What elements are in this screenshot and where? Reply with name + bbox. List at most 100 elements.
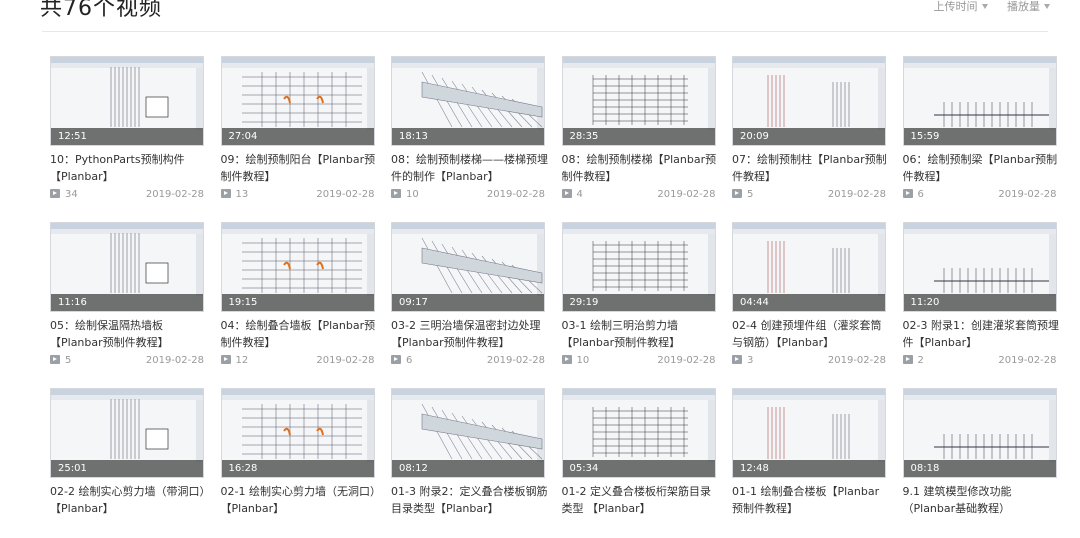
video-thumbnail[interactable]: 18:13 [391,56,545,146]
video-title[interactable]: 02-1 绘制实心剪力墙（无洞口）【Planbar】 [221,483,379,515]
video-thumbnail[interactable]: 12:51 [50,56,204,146]
video-thumbnail[interactable]: 28:35 [561,56,716,146]
sort-upload-label: 上传时间 [933,0,978,13]
page-title: 共76个视频 [40,0,162,21]
video-thumbnail[interactable]: 05:34 [561,388,716,478]
video-thumbnail[interactable]: 25:01 [50,388,204,478]
play-count: 2 [917,355,924,366]
video-card[interactable]: 15:59 06：绘制预制梁【Planbar预制件教程】 6 2019-02-28 [902,56,1057,206]
video-card[interactable]: 05:34 01-2 定义叠合楼板桁架筋目录类型 【Planbar】 [561,388,716,538]
video-duration: 11:16 [58,297,87,308]
play-count-icon [220,189,231,198]
video-meta: 2 2019-02-28 [902,355,1057,367]
video-thumbnail[interactable]: 27:04 [220,56,375,146]
video-thumbnail[interactable]: 04:44 [732,222,886,312]
video-title[interactable]: 08：绘制预制楼梯【Planbar预制件教程】 [562,151,720,183]
video-title[interactable]: 04：绘制叠合墙板【Planbar预制件教程】 [221,317,379,349]
video-card[interactable]: 12:48 01-1 绘制叠合楼板【Planbar预制件教程】 [732,388,886,538]
video-card[interactable]: 08:18 9.1 建筑模型修改功能（Planbar基础教程） [902,388,1057,538]
video-duration: 18:13 [399,131,428,142]
sort-by-upload-time-button[interactable]: 上传时间 [934,0,988,14]
duration-overlay: 19:15 [221,294,374,311]
upload-date: 2019-02-28 [998,355,1057,366]
duration-overlay: 12:48 [733,460,885,477]
sort-controls: 上传时间 播放量 [918,0,1050,14]
play-count: 6 [406,355,413,366]
video-thumbnail[interactable]: 11:16 [50,222,204,312]
video-duration: 20:09 [740,131,769,142]
video-duration: 15:59 [910,131,940,142]
duration-overlay: 04:44 [733,294,885,311]
video-duration: 29:19 [569,297,599,308]
video-title[interactable]: 01-1 绘制叠合楼板【Planbar预制件教程】 [732,483,890,515]
play-count-icon [391,189,401,198]
video-title[interactable]: 9.1 建筑模型修改功能（Planbar基础教程） [903,483,1061,515]
video-meta: 13 2019-02-28 [220,189,375,201]
video-meta: 3 2019-02-28 [732,355,886,367]
duration-overlay: 27:04 [221,128,374,145]
play-count: 3 [747,355,754,366]
sort-by-plays-button[interactable]: 播放量 [1007,0,1050,14]
video-card[interactable]: 16:28 02-1 绘制实心剪力墙（无洞口）【Planbar】 [220,388,375,538]
video-thumbnail[interactable]: 11:20 [902,222,1057,312]
video-title[interactable]: 09：绘制预制阳台【Planbar预制件教程】 [221,151,379,183]
video-meta: 10 2019-02-28 [391,189,545,201]
video-card[interactable]: 12:51 10：PythonParts预制构件【Planbar】 34 2019-0… [50,56,204,206]
video-duration: 11:20 [910,297,940,308]
video-card[interactable]: 11:20 02-3 附录1：创建灌浆套筒预埋件【Planbar】 2 2019-02… [902,222,1059,372]
duration-overlay: 05:34 [562,460,715,477]
video-thumbnail[interactable]: 15:59 [902,56,1057,146]
video-thumbnail[interactable]: 08:12 [391,388,545,478]
video-title[interactable]: 05：绘制保温隔热墙板【Planbar预制件教程】 [50,317,208,349]
video-meta: 6 2019-02-28 [391,355,545,367]
duration-overlay: 12:51 [51,128,203,145]
video-card[interactable]: 25:01 02-2 绘制实心剪力墙（带洞口）【Planbar】 [50,388,205,538]
upload-date: 2019-02-28 [145,189,204,200]
video-title[interactable]: 01-2 定义叠合楼板桁架筋目录类型 【Planbar】 [562,483,720,515]
video-title[interactable]: 02-4 创建预埋件组（灌浆套筒与钢筋）【Planbar】 [732,317,890,349]
video-thumbnail[interactable]: 19:15 [220,222,375,312]
video-duration: 27:04 [228,131,258,142]
video-card[interactable]: 08:12 01-3 附录2：定义叠合楼板钢筋目录类型【Planbar】 [391,388,547,538]
upload-date: 2019-02-28 [657,355,716,366]
duration-overlay: 16:28 [221,460,374,477]
video-duration: 16:28 [228,463,258,474]
video-card[interactable]: 18:13 08：绘制预制楼梯——楼梯预埋件的制作【Planbar】 10 2019-… [391,56,548,206]
duration-overlay: 28:35 [562,128,715,145]
video-title[interactable]: 10：PythonParts预制构件【Planbar】 [50,151,208,183]
video-title[interactable]: 08：绘制预制楼梯——楼梯预埋件的制作【Planbar】 [391,151,549,183]
video-title[interactable]: 02-2 绘制实心剪力墙（带洞口）【Planbar】 [50,483,208,515]
video-thumbnail[interactable]: 29:19 [561,222,716,312]
video-thumbnail[interactable]: 12:48 [732,388,886,478]
video-card[interactable]: 04:44 02-4 创建预埋件组（灌浆套筒与钢筋）【Planbar】 3 2019-… [732,222,886,372]
video-thumbnail[interactable]: 16:28 [220,388,375,478]
video-card[interactable]: 20:09 07：绘制预制柱【Planbar预制件教程】 5 2019-02-28 [732,56,887,206]
video-thumbnail[interactable]: 20:09 [732,56,886,146]
upload-date: 2019-02-28 [998,189,1057,200]
sort-plays-label: 播放量 [1007,0,1040,13]
video-card[interactable]: 11:16 05：绘制保温隔热墙板【Planbar预制件教程】 5 2019-02-2… [50,222,204,372]
video-title[interactable]: 07：绘制预制柱【Planbar预制件教程】 [732,151,890,183]
video-card[interactable]: 19:15 04：绘制叠合墙板【Planbar预制件教程】 12 2019-02-28 [220,222,375,372]
video-title[interactable]: 06：绘制预制梁【Planbar预制件教程】 [903,151,1061,183]
video-card[interactable]: 29:19 03-1 绘制三明治剪力墙【Planbar预制件教程】 10 2019-0… [561,222,716,372]
video-title[interactable]: 02-3 附录1：创建灌浆套筒预埋件【Planbar】 [903,317,1061,349]
video-thumbnail[interactable]: 08:18 [902,388,1057,478]
play-count: 4 [576,189,583,200]
play-count: 10 [406,189,419,200]
video-card[interactable]: 09:17 03-2 三明治墙保温密封边处理【Planbar预制件教程】 6 2019… [391,222,545,372]
video-card[interactable]: 27:04 09：绘制预制阳台【Planbar预制件教程】 13 2019-02-28 [220,56,375,206]
upload-date: 2019-02-28 [827,355,886,366]
upload-date: 2019-02-28 [486,355,545,366]
video-title[interactable]: 03-2 三明治墙保温密封边处理【Planbar预制件教程】 [391,317,549,349]
video-duration: 04:44 [740,297,769,308]
video-thumbnail[interactable]: 09:17 [391,222,545,312]
play-count-icon [220,355,231,364]
video-meta: 12 2019-02-28 [220,355,375,367]
video-duration: 28:35 [569,131,599,142]
video-card[interactable]: 28:35 08：绘制预制楼梯【Planbar预制件教程】 4 2019-02-28 [561,56,716,206]
video-title[interactable]: 03-1 绘制三明治剪力墙【Planbar预制件教程】 [562,317,720,349]
play-count-icon [391,355,401,364]
video-title[interactable]: 01-3 附录2：定义叠合楼板钢筋目录类型【Planbar】 [391,483,549,515]
sort-arrow-down-icon [1044,3,1050,9]
